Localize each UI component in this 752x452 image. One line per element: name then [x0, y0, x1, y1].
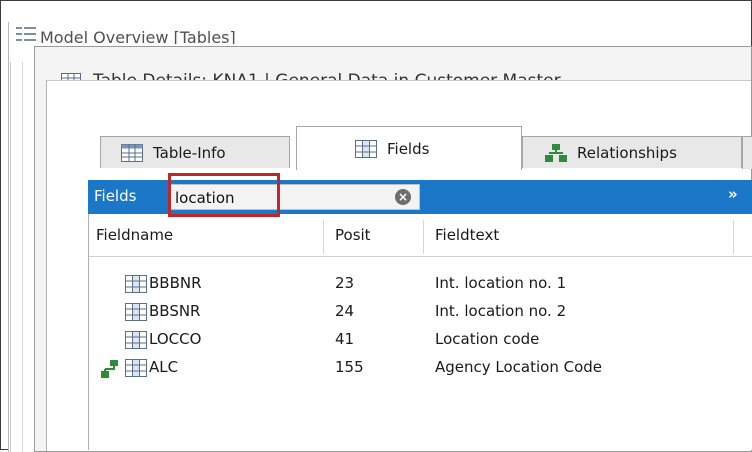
- tab-label: Relationships: [577, 143, 677, 162]
- toolbar-label: Fields: [94, 187, 137, 205]
- column-header-fieldname[interactable]: Fieldname: [96, 226, 173, 244]
- field-icon: [125, 359, 147, 377]
- posit-cell: 24: [335, 302, 355, 320]
- table-icon: [121, 143, 143, 162]
- fields-table: Fieldname Posit Fieldtext BBBNR 23 Int. …: [88, 214, 752, 450]
- table-row[interactable]: BBBNR 23 Int. location no. 1: [89, 270, 752, 298]
- posit-cell: 23: [335, 274, 355, 292]
- column-header-posit[interactable]: Posit: [335, 226, 371, 244]
- fieldname-cell: ALC: [149, 358, 179, 376]
- column-divider[interactable]: [423, 220, 424, 254]
- fieldtext-cell: Int. location no. 1: [435, 274, 567, 292]
- table-row[interactable]: BBSNR 24 Int. location no. 2: [89, 298, 752, 326]
- divider: [22, 62, 23, 452]
- relationships-icon: [545, 143, 567, 162]
- expand-icon[interactable]: »: [728, 185, 738, 203]
- tab-relationships[interactable]: Relationships: [522, 136, 742, 168]
- field-icon: [125, 275, 147, 293]
- fieldname-cell: BBSNR: [149, 302, 201, 320]
- tab-label: Fields: [387, 139, 430, 158]
- field-icon: [125, 303, 147, 321]
- tab-fields[interactable]: Fields: [296, 126, 522, 170]
- column-header-fieldtext[interactable]: Fieldtext: [435, 226, 499, 244]
- fieldtext-cell: Int. location no. 2: [435, 302, 567, 320]
- list-icon: [16, 26, 36, 44]
- background-window-title: Model Overview [Tables]: [40, 30, 236, 44]
- column-divider[interactable]: [733, 220, 734, 254]
- table-row[interactable]: LOCCO 41 Location code: [89, 326, 752, 354]
- tab-table-info[interactable]: Table-Info: [100, 136, 290, 168]
- fieldtext-cell: Location code: [435, 330, 540, 348]
- posit-cell: 41: [335, 330, 355, 348]
- field-icon: [125, 331, 147, 349]
- fields-icon: [355, 139, 377, 158]
- divider: [10, 62, 11, 452]
- search-highlight-box: [168, 173, 280, 217]
- posit-cell: 155: [335, 358, 364, 376]
- fieldname-cell: BBBNR: [149, 274, 202, 292]
- table-header: Fieldname Posit Fieldtext: [89, 214, 752, 257]
- relation-icon: [101, 360, 118, 378]
- fieldname-cell: LOCCO: [149, 330, 202, 348]
- fieldtext-cell: Agency Location Code: [435, 358, 603, 376]
- table-row[interactable]: ALC 155 Agency Location Code: [89, 354, 752, 382]
- clear-icon[interactable]: ×: [395, 189, 411, 205]
- column-divider[interactable]: [323, 220, 324, 254]
- tab-label: Table-Info: [153, 143, 226, 162]
- tab-overflow[interactable]: [742, 136, 752, 169]
